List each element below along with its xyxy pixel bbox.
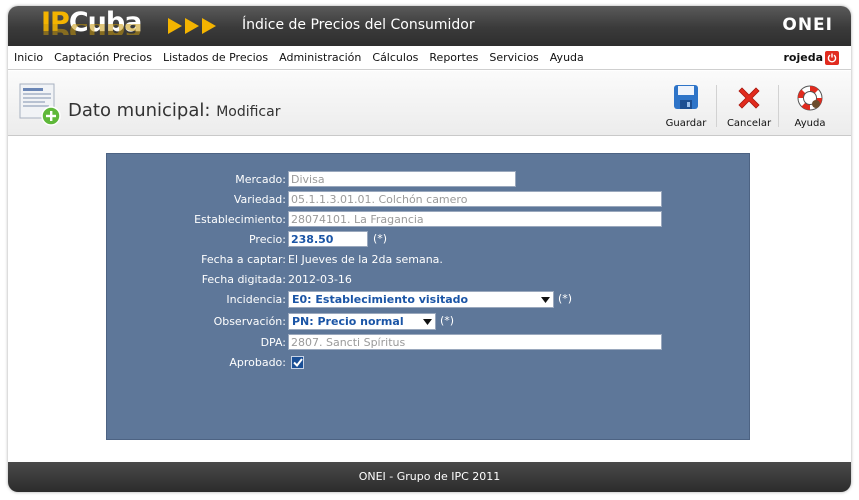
- mercado-label: Mercado:: [235, 173, 286, 186]
- observacion-required-mark: (*): [440, 314, 455, 327]
- form-row-fecha-digitada: Fecha digitada: 2012-03-16: [107, 271, 751, 287]
- menu-item-inicio[interactable]: Inicio: [14, 51, 43, 64]
- edit-form-panel: Mercado: Divisa Variedad: 05.1.1.3.01.01…: [106, 153, 750, 440]
- observacion-select[interactable]: PN: Precio normal: [288, 313, 436, 330]
- form-row-precio: Precio: 238.50 (*): [107, 231, 751, 247]
- fecha-digitada-value: 2012-03-16: [288, 273, 352, 286]
- app-window: IPCuba IPCuba Índice de Precios del Cons…: [8, 6, 851, 492]
- observacion-selected-value: PN: Precio normal: [292, 315, 404, 328]
- toolbar-divider: [716, 85, 717, 127]
- toolbar-divider: [778, 85, 779, 127]
- variedad-label: Variedad:: [233, 193, 286, 206]
- form-row-mercado: Mercado: Divisa: [107, 171, 751, 187]
- menu-item-servicios[interactable]: Servicios: [489, 51, 538, 64]
- establecimiento-label: Establecimiento:: [194, 213, 286, 226]
- power-icon: [827, 53, 837, 63]
- observacion-label: Observación:: [213, 315, 286, 328]
- chevron-down-icon: [541, 297, 550, 303]
- incidencia-select[interactable]: E0: Establecimiento visitado: [288, 291, 554, 308]
- form-row-fecha-captar: Fecha a captar: El Jueves de la 2da sema…: [107, 251, 751, 267]
- form-row-aprobado: Aprobado:: [107, 354, 751, 370]
- menu-item-captacion-precios[interactable]: Captación Precios: [54, 51, 152, 64]
- dpa-label: DPA:: [260, 336, 286, 349]
- precio-input[interactable]: 238.50: [288, 231, 368, 247]
- menu-item-listados-precios[interactable]: Listados de Precios: [163, 51, 268, 64]
- red-x-icon: [738, 87, 760, 109]
- page-title-main: Dato municipal:: [68, 100, 211, 121]
- form-row-establecimiento: Establecimiento: 28074101. La Fragancia: [107, 211, 751, 227]
- precio-required-mark: (*): [373, 232, 388, 245]
- document-add-icon: [19, 83, 61, 126]
- menu-item-reportes[interactable]: Reportes: [429, 51, 478, 64]
- fecha-captar-value: El Jueves de la 2da semana.: [288, 253, 443, 266]
- chevron-down-icon: [423, 319, 432, 325]
- page-title-sub: Modificar: [216, 104, 281, 120]
- precio-label: Precio:: [248, 233, 286, 246]
- incidencia-selected-value: E0: Establecimiento visitado: [292, 293, 469, 306]
- form-row-observacion: Observación: PN: Precio normal (*): [107, 313, 751, 330]
- incidencia-label: Incidencia:: [226, 293, 286, 306]
- form-row-incidencia: Incidencia: E0: Establecimiento visitado…: [107, 291, 751, 308]
- form-row-variedad: Variedad: 05.1.1.3.01.01. Colchón camero: [107, 191, 751, 207]
- checkmark-icon: [292, 358, 303, 367]
- incidencia-required-mark: (*): [558, 292, 573, 305]
- page-header: Dato municipal: Modificar Guardar Cancel…: [8, 71, 851, 136]
- floppy-disk-icon: [674, 85, 698, 109]
- save-button[interactable]: Guardar: [658, 81, 714, 131]
- cancel-button[interactable]: Cancelar: [721, 81, 777, 131]
- triple-arrow-icon: [168, 18, 216, 34]
- logout-button[interactable]: [825, 51, 839, 65]
- lifebuoy-icon: [797, 85, 823, 111]
- banner-title: Índice de Precios del Consumidor: [242, 17, 475, 33]
- help-button[interactable]: Ayuda: [782, 81, 838, 131]
- save-button-label: Guardar: [665, 118, 707, 129]
- variedad-field[interactable]: 05.1.1.3.01.01. Colchón camero: [288, 191, 662, 207]
- aprobado-checkbox[interactable]: [291, 356, 304, 369]
- page-footer: ONEI - Grupo de IPC 2011: [8, 462, 851, 492]
- menu-bar: Inicio Captación Precios Listados de Pre…: [8, 46, 851, 70]
- aprobado-label: Aprobado:: [229, 356, 286, 369]
- menu-item-administracion[interactable]: Administración: [279, 51, 361, 64]
- establecimiento-field[interactable]: 28074101. La Fragancia: [288, 211, 662, 227]
- fecha-captar-label: Fecha a captar:: [201, 253, 286, 266]
- cancel-button-label: Cancelar: [726, 118, 772, 129]
- help-button-label: Ayuda: [794, 118, 826, 129]
- dpa-field[interactable]: 2807. Sancti Spíritus: [288, 334, 662, 350]
- footer-text: ONEI - Grupo de IPC 2011: [358, 470, 501, 483]
- user-name: rojeda: [783, 51, 823, 64]
- fecha-digitada-label: Fecha digitada:: [201, 273, 286, 286]
- mercado-field[interactable]: Divisa: [288, 171, 516, 187]
- top-banner: IPCuba IPCuba Índice de Precios del Cons…: [8, 6, 851, 46]
- onei-logo: ONEI: [782, 15, 833, 35]
- menu-item-ayuda[interactable]: Ayuda: [550, 51, 584, 64]
- logo-reflection: IPCuba: [41, 24, 141, 35]
- form-row-dpa: DPA: 2807. Sancti Spíritus: [107, 334, 751, 350]
- main-menu: Inicio Captación Precios Listados de Pre…: [14, 51, 584, 64]
- menu-item-calculos[interactable]: Cálculos: [372, 51, 418, 64]
- page-title: Dato municipal: Modificar: [68, 100, 280, 121]
